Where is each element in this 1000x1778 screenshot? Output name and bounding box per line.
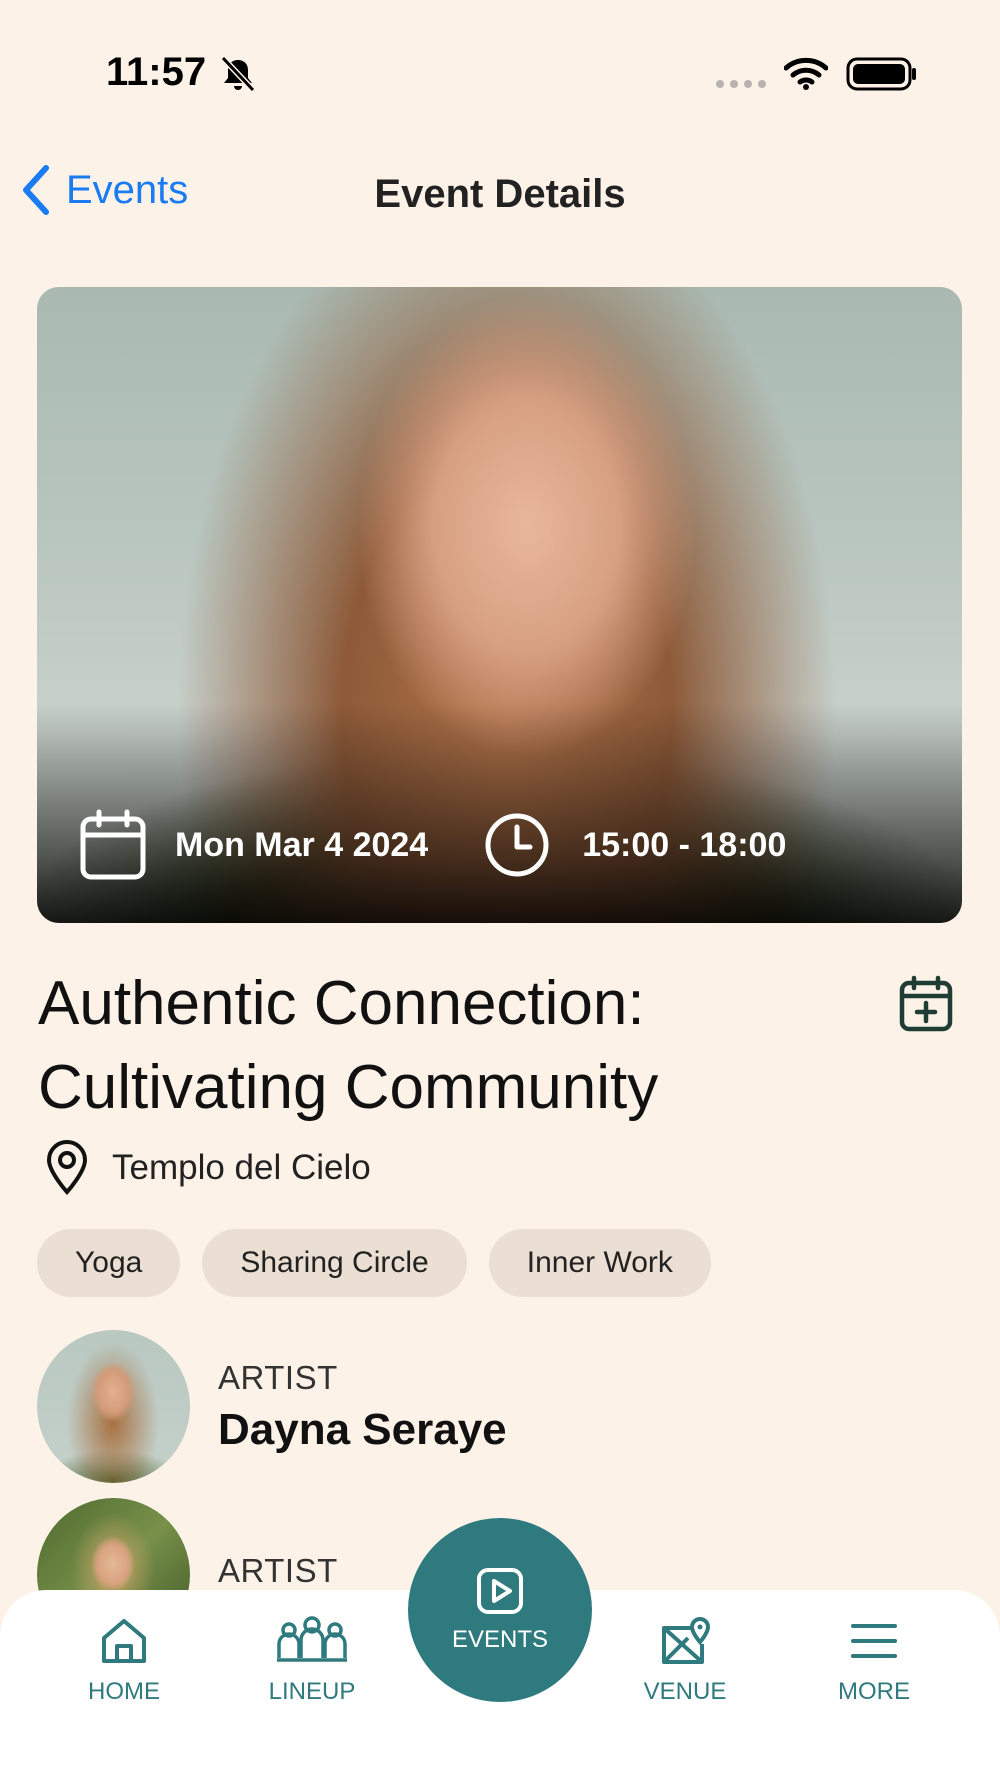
artist-role: ARTIST [218,1358,338,1396]
location-pin-icon [46,1140,88,1195]
battery-icon [846,57,916,91]
map-pin-icon [662,1617,711,1664]
event-title-line-1: Authentic Connection: [38,969,645,1038]
clock-icon [485,813,549,877]
tab-more[interactable]: MORE [820,1614,928,1706]
event-date: Mon Mar 4 2024 [175,825,429,864]
play-icon [477,1568,523,1614]
calendar-plus-icon[interactable] [898,975,954,1033]
event-location[interactable]: Templo del Cielo [44,1140,371,1196]
tag-chip[interactable]: Sharing Circle [202,1229,467,1297]
tab-home[interactable]: HOME [70,1614,178,1706]
menu-icon [851,1624,897,1658]
nav-bar: Events Event Details [0,150,1000,240]
signal-icon [716,80,766,88]
artist-role: ARTIST [218,1551,338,1589]
status-time: 11:57 [106,50,207,94]
tab-label: EVENTS [451,1626,549,1653]
lineup-icon [277,1616,347,1662]
bell-slash-icon [220,55,256,93]
event-datetime: Mon Mar 4 2024 15:00 - 18:00 [79,809,786,881]
event-title-line-2: Cultivating Community [38,1053,659,1122]
artist-item[interactable]: ARTIST Dayna Seraye [37,1330,507,1483]
event-title: Authentic Connection: Cultivating Commun… [38,962,858,1130]
event-hero-image: Mon Mar 4 2024 15:00 - 18:00 [37,287,962,923]
artist-name: Dayna Seraye [218,1404,507,1454]
tab-events[interactable]: EVENTS [408,1518,592,1702]
status-bar: 11:57 [0,0,1000,140]
page-title: Event Details [374,172,626,216]
tag-chip[interactable]: Yoga [37,1229,181,1297]
tab-label: LINEUP [268,1678,356,1705]
tab-label: MORE [838,1678,910,1705]
event-time: 15:00 - 18:00 [582,825,787,864]
tab-venue[interactable]: VENUE [631,1614,739,1706]
tag-chip[interactable]: Inner Work [488,1229,711,1297]
location-name: Templo del Cielo [112,1148,371,1187]
wifi-icon [784,57,828,90]
tab-label: HOME [88,1678,160,1705]
tab-lineup[interactable]: LINEUP [258,1614,366,1706]
tag-list: Yoga Sharing Circle Inner Work [37,1229,711,1297]
calendar-icon [80,809,146,880]
home-icon [102,1619,146,1663]
avatar [37,1330,190,1483]
tab-label: VENUE [643,1678,727,1705]
